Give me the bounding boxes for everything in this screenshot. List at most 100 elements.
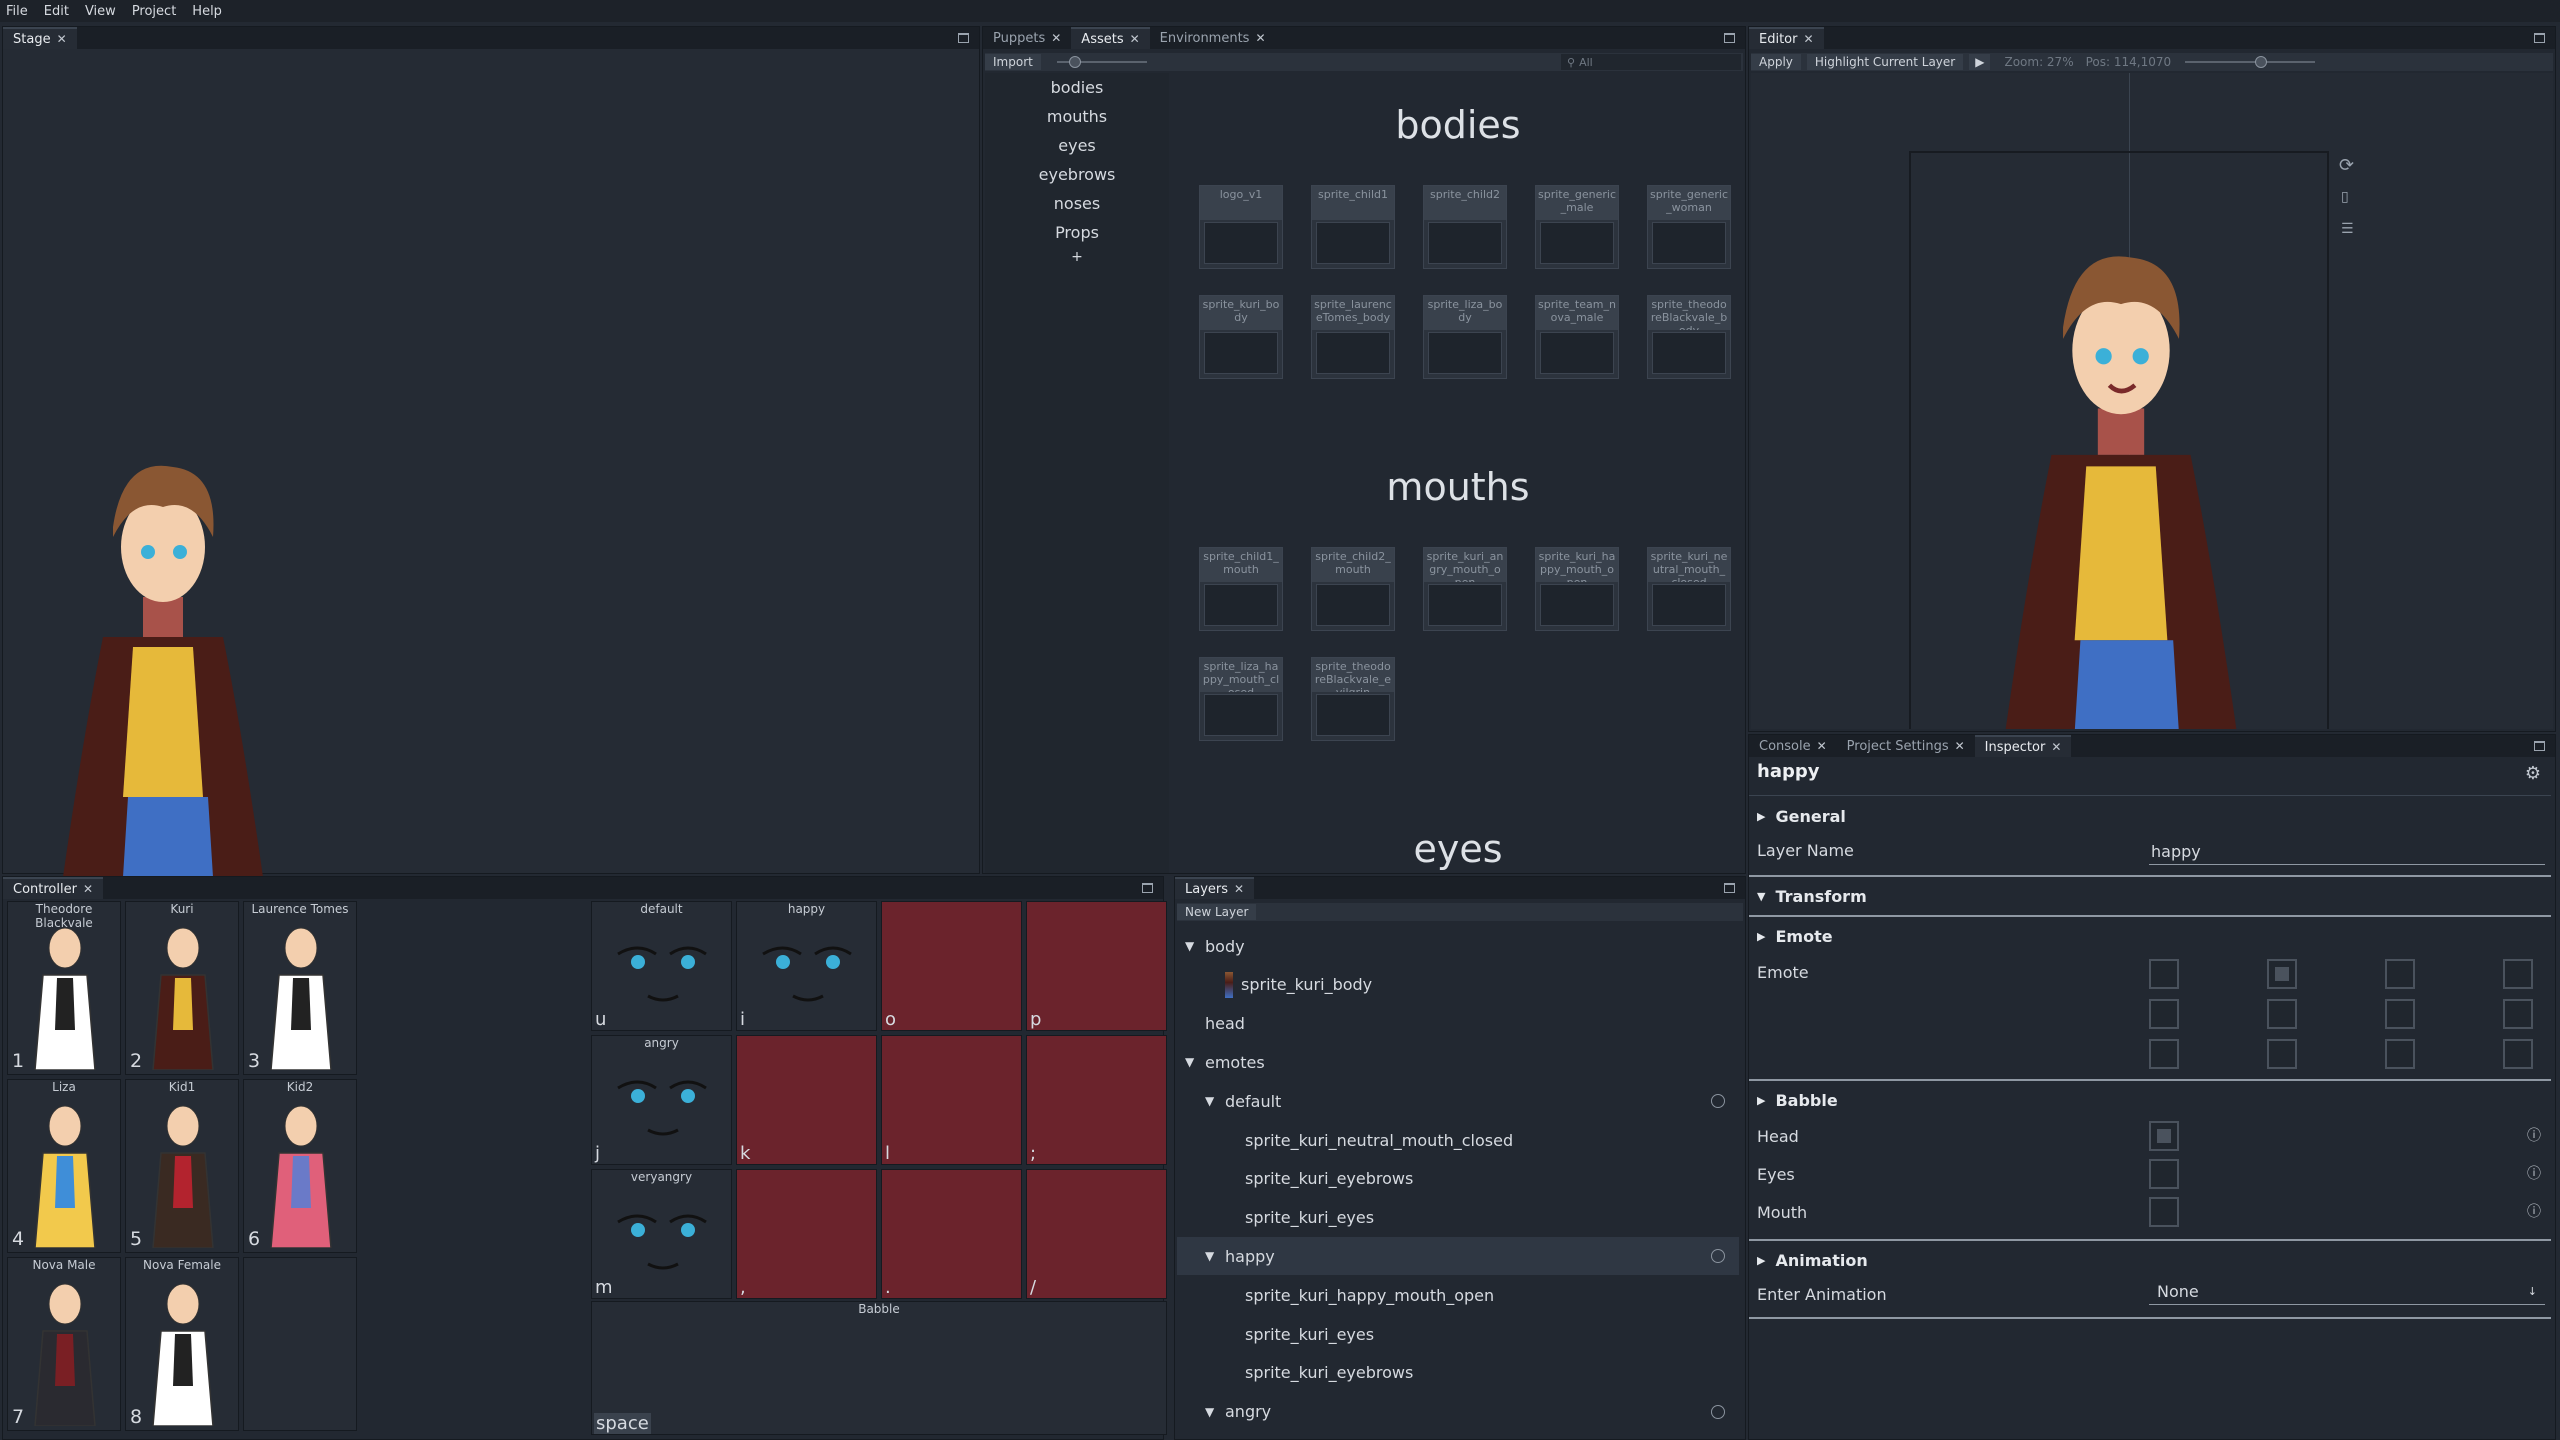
layer-row[interactable]: sprite_kuri_eyes [1177,1199,1739,1237]
menu-help[interactable]: Help [192,4,222,19]
stage-puppet-kuri[interactable] [43,437,283,877]
maximize-icon[interactable] [958,33,969,43]
asset-thumbnail[interactable]: sprite_kuri_happy_mouth_open [1535,547,1619,631]
emote-checkbox[interactable] [2149,1039,2179,1069]
menu-view[interactable]: View [85,4,116,19]
emote-slot[interactable]: happy i [736,901,877,1031]
tab-assets[interactable]: Assets ✕ [1071,27,1150,49]
emote-checkbox[interactable] [2503,1039,2533,1069]
info-icon[interactable]: ⓘ [2527,1163,2541,1183]
info-icon[interactable]: ⓘ [2527,1125,2541,1145]
asset-thumbnail[interactable]: sprite_team_nova_male [1535,295,1619,379]
search-input[interactable]: ⚲ All [1561,54,1741,70]
puppet-slot[interactable]: Kuri 2 [125,901,239,1075]
asset-thumbnail[interactable]: sprite_liza_body [1423,295,1507,379]
category-mouths[interactable]: mouths [985,102,1169,131]
empty-emote-slot[interactable]: o [881,901,1022,1031]
caret-down-icon[interactable]: ▼ [1205,1094,1219,1108]
emote-checkbox[interactable] [2149,999,2179,1029]
asset-thumbnail[interactable]: sprite_child1_mouth [1199,547,1283,631]
babble-mouth-checkbox[interactable] [2149,1197,2179,1227]
layer-row[interactable]: ▼ default [1177,1082,1739,1120]
enter-animation-select[interactable]: None ↓ [2149,1279,2545,1305]
category-eyebrows[interactable]: eyebrows [985,160,1169,189]
emote-checkbox[interactable] [2503,959,2533,989]
empty-emote-slot[interactable]: l [881,1035,1022,1165]
asset-thumbnail[interactable]: sprite_generic_woman [1647,185,1731,269]
close-icon[interactable]: ✕ [57,32,67,46]
section-transform[interactable]: ▼ Transform [1749,883,2555,909]
layer-row[interactable]: head [1177,1005,1739,1043]
puppet-slot[interactable]: Theodore Blackvale 1 [7,901,121,1075]
asset-thumbnail[interactable]: sprite_theodoreBlackvale_evilgrin [1311,657,1395,741]
puppet-slot[interactable]: Nova Male 7 [7,1257,121,1431]
section-general[interactable]: ▶ General [1749,803,2555,829]
layer-row[interactable]: ▼ happy [1177,1237,1739,1276]
layer-row[interactable]: ▼ body [1177,927,1739,965]
asset-thumbnail[interactable]: sprite_child2_mouth [1311,547,1395,631]
new-layer-button[interactable]: New Layer [1177,904,1257,920]
flip-icon[interactable]: ▯ [2341,189,2349,205]
empty-emote-slot[interactable]: / [1026,1169,1167,1299]
emote-checkbox[interactable] [2267,1039,2297,1069]
maximize-icon[interactable] [1142,883,1153,893]
add-category-button[interactable]: + [985,247,1169,267]
empty-emote-slot[interactable]: ; [1026,1035,1167,1165]
highlight-layer-toggle[interactable]: Highlight Current Layer [1806,54,1964,70]
asset-thumbnail[interactable]: sprite_child2 [1423,185,1507,269]
close-icon[interactable]: ✕ [1955,739,1965,753]
asset-thumbnail[interactable]: sprite_kuri_neutral_mouth_closed [1647,547,1731,631]
editor-puppet-kuri[interactable] [1971,223,2271,729]
caret-down-icon[interactable]: ▼ [1185,1055,1199,1069]
layer-row[interactable]: sprite_kuri_eyebrows [1177,1160,1739,1198]
emote-checkbox[interactable] [2149,959,2179,989]
babble-cell[interactable]: Babble space [591,1301,1167,1435]
maximize-icon[interactable] [2534,741,2545,751]
emote-checkbox[interactable] [2267,959,2297,989]
menu-edit[interactable]: Edit [44,4,69,19]
asset-thumbnail[interactable]: logo_v1 [1199,185,1283,269]
caret-down-icon[interactable]: ▼ [1185,939,1199,953]
layer-row[interactable]: sprite_kuri_happy_mouth_open [1177,1276,1739,1314]
puppet-slot[interactable]: Liza 4 [7,1079,121,1253]
babble-head-checkbox[interactable] [2149,1121,2179,1151]
asset-thumbnail[interactable]: sprite_kuri_angry_mouth_open [1423,547,1507,631]
import-button[interactable]: Import [985,54,1041,70]
layer-row[interactable]: sprite_kuri_eyes [1177,1315,1739,1353]
tab-inspector[interactable]: Inspector ✕ [1974,735,2072,757]
emote-slot[interactable]: angry j [591,1035,732,1165]
close-icon[interactable]: ✕ [2051,740,2061,754]
emote-slot[interactable]: veryangry m [591,1169,732,1299]
maximize-icon[interactable] [2534,33,2545,43]
tab-project-settings[interactable]: Project Settings ✕ [1836,735,1975,757]
category-props[interactable]: Props [985,218,1169,247]
editor-canvas[interactable]: ⟳ ▯ ☰ [1751,73,2553,729]
layer-row[interactable]: ▼ angry [1177,1393,1739,1431]
asset-thumbnail[interactable]: sprite_laurenceTomes_body [1311,295,1395,379]
empty-puppet-slot[interactable] [243,1257,357,1431]
rotate-icon[interactable]: ⟳ [2339,155,2354,176]
tab-layers[interactable]: Layers ✕ [1175,877,1255,899]
tab-environments[interactable]: Environments ✕ [1149,27,1276,49]
close-icon[interactable]: ✕ [1051,31,1061,45]
layer-row[interactable]: sprite_kuri_body [1177,966,1739,1004]
gear-icon[interactable]: ⚙ [2525,763,2541,784]
close-icon[interactable]: ✕ [1130,32,1140,46]
menu-file[interactable]: File [6,4,28,19]
tab-puppets[interactable]: Puppets ✕ [983,27,1072,49]
layer-row[interactable]: sprite_kuri_eyebrows [1177,1354,1739,1392]
close-icon[interactable]: ✕ [1803,32,1813,46]
info-icon[interactable]: ⓘ [2527,1201,2541,1221]
category-noses[interactable]: noses [985,189,1169,218]
empty-emote-slot[interactable]: . [881,1169,1022,1299]
tab-stage[interactable]: Stage ✕ [3,27,77,49]
play-icon[interactable]: ▶ [1969,54,1991,70]
asset-thumbnail[interactable]: sprite_child1 [1311,185,1395,269]
layer-row[interactable]: sprite_kuri_neutral_mouth_closed [1177,1121,1739,1159]
tab-controller[interactable]: Controller ✕ [3,877,104,899]
emote-toggle-icon[interactable] [1711,1094,1725,1109]
section-animation[interactable]: ▶ Animation [1749,1247,2555,1273]
thumb-size-slider[interactable] [1056,56,1147,68]
emote-checkbox[interactable] [2385,1039,2415,1069]
tab-editor[interactable]: Editor ✕ [1749,27,1824,49]
